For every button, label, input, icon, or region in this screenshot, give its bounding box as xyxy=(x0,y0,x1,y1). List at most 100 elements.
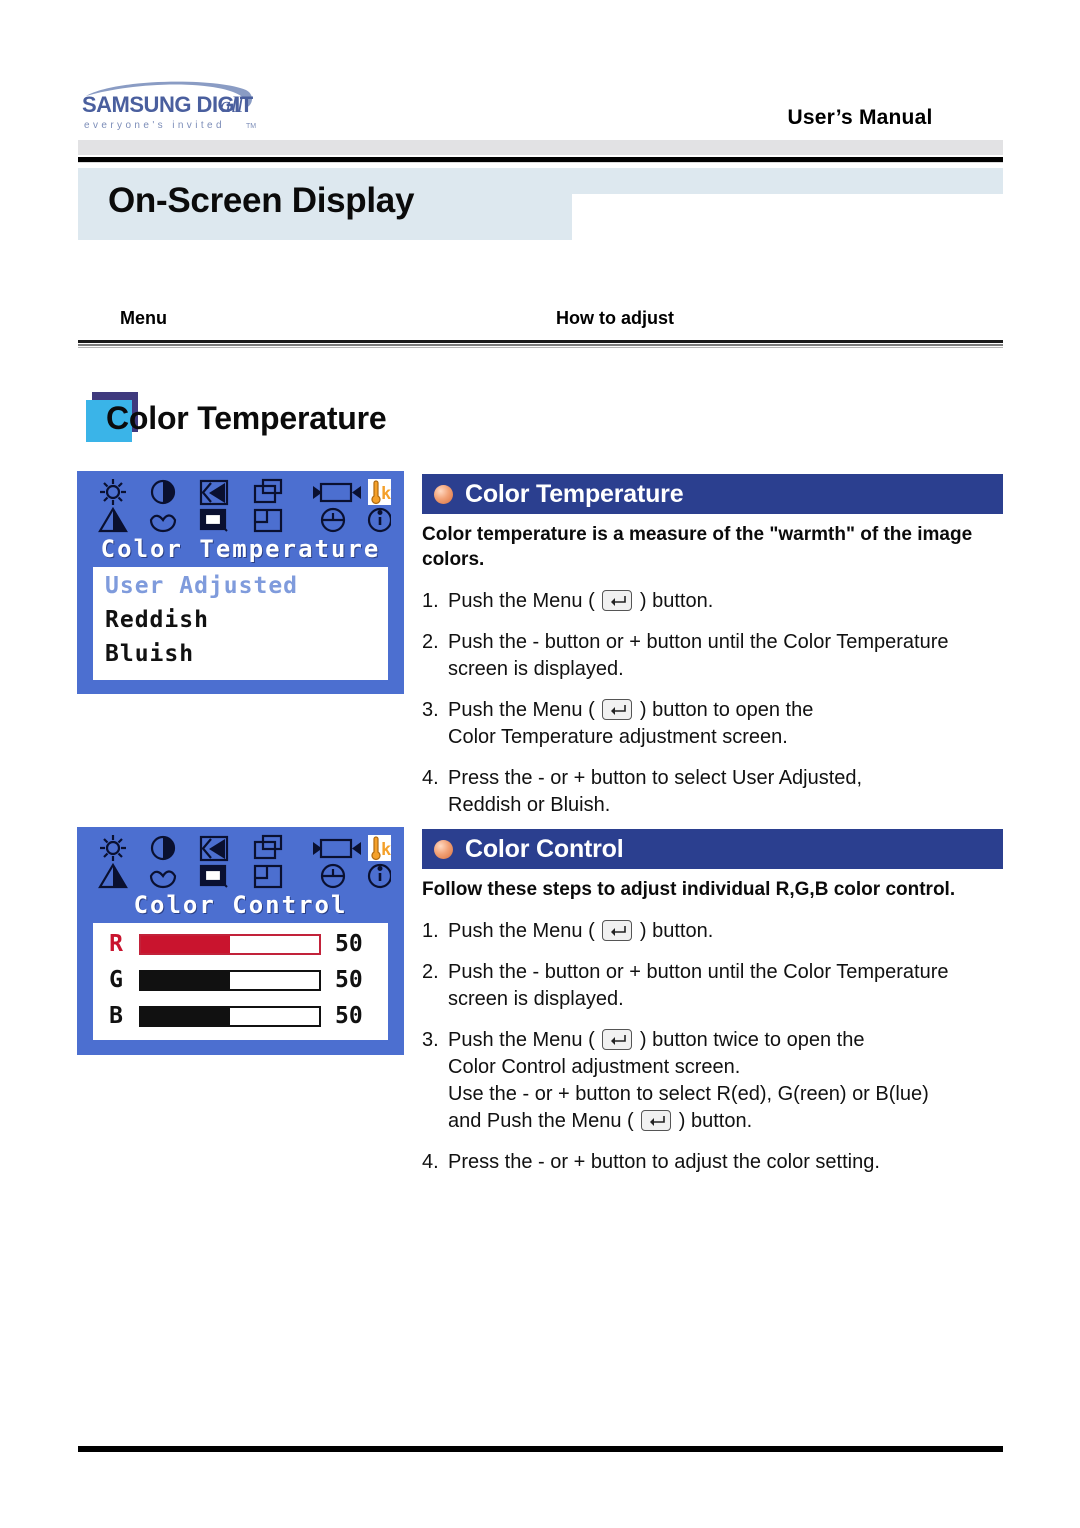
footer-rule xyxy=(78,1446,1003,1452)
step-number: 2. xyxy=(422,961,439,984)
step-line: Press the - or + button to select User A… xyxy=(448,767,863,790)
block-intro-text: Color temperature is a measure of the "w… xyxy=(422,524,973,571)
moire-icon xyxy=(149,514,177,533)
color-temperature-icon: k xyxy=(368,835,392,861)
osd-row-green[interactable]: G 50 xyxy=(103,967,379,995)
step-number: 3. xyxy=(422,1029,439,1052)
degauss-icon xyxy=(199,508,228,532)
osd-option-bluish[interactable]: Bluish xyxy=(105,641,194,667)
step-number: 2. xyxy=(422,631,439,654)
osd-row-label-r: R xyxy=(109,931,123,957)
columns-divider xyxy=(78,340,1003,348)
v-position-icon xyxy=(253,508,283,533)
information-icon xyxy=(367,863,393,889)
step-line-pre: and Push the Menu ( xyxy=(448,1110,640,1133)
step-line: Push the Menu ( ) button to open the xyxy=(448,697,1003,724)
step-item: 2. Push the - button or + button until t… xyxy=(422,959,1003,1013)
step-line: Color Temperature adjustment screen. xyxy=(448,726,788,749)
step-line: Push the Menu ( ) button. xyxy=(448,588,1003,615)
color-temperature-icon: k xyxy=(368,479,392,505)
menu-button-icon[interactable] xyxy=(602,590,633,612)
sharpness-icon xyxy=(98,506,128,533)
step-number: 1. xyxy=(422,920,439,943)
osd-value-b: 50 xyxy=(335,1003,363,1029)
osd-menu-title: Color Control xyxy=(133,891,348,919)
step-text: Push the - button or + button until the … xyxy=(448,629,1003,683)
header-grey-bar xyxy=(78,140,1003,155)
step-text: Push the - button or + button until the … xyxy=(448,959,1003,1013)
osd-screenshot-color-control: k Color Control R 50 G 50 B 50 xyxy=(77,827,404,1055)
step-line-pre: Push the Menu ( xyxy=(448,699,601,722)
information-icon xyxy=(367,507,393,533)
step-line-pre: Push the Menu ( xyxy=(448,590,601,613)
osd-row-blue[interactable]: B 50 xyxy=(103,1003,379,1031)
block-heading-text: Color Control xyxy=(465,834,624,863)
step-line: Color Control adjustment screen. xyxy=(448,1056,741,1079)
step-text: Push the Menu ( ) button twice to open t… xyxy=(448,1027,1003,1135)
image-size-icon xyxy=(253,834,283,860)
step-line-post: ) button. xyxy=(673,1110,753,1133)
block-heading-bar: Color Temperature xyxy=(422,474,1003,514)
step-line: screen is displayed. xyxy=(448,988,624,1011)
h-position-icon xyxy=(199,835,229,862)
steps-list: 1. Push the Menu ( ) button. 2. Push the… xyxy=(422,588,1003,819)
step-text: Push the Menu ( ) button. xyxy=(448,588,1003,615)
manual-title: User’s Manual xyxy=(787,106,933,129)
step-text: Press the - or + button to adjust the co… xyxy=(448,1149,1003,1176)
step-text: Push the Menu ( ) button to open the Col… xyxy=(448,697,1003,751)
osd-option-user-adjusted[interactable]: User Adjusted xyxy=(105,573,298,599)
osd-slider-r[interactable] xyxy=(139,934,321,955)
bullet-sphere-icon xyxy=(434,484,453,504)
header-rule xyxy=(78,157,1003,163)
step-number: 1. xyxy=(422,590,439,613)
step-item: 3. Push the Menu ( ) button to open the … xyxy=(422,697,1003,751)
contrast-icon xyxy=(150,479,176,505)
degauss-icon xyxy=(199,864,228,888)
block-heading-bar: Color Control xyxy=(422,829,1003,869)
menu-button-icon[interactable] xyxy=(602,920,633,942)
block-heading-text: Color Temperature xyxy=(465,479,684,508)
step-item: 2. Push the - button or + button until t… xyxy=(422,629,1003,683)
step-line: screen is displayed. xyxy=(448,658,624,681)
h-position-icon xyxy=(199,479,229,506)
osd-timer-icon xyxy=(320,507,346,533)
osd-row-red[interactable]: R 50 xyxy=(103,931,379,959)
step-text: Press the - or + button to select User A… xyxy=(448,765,1003,819)
contrast-icon xyxy=(150,835,176,861)
step-line: Press the - or + button to adjust the co… xyxy=(448,1151,880,1174)
column-header-how-to-adjust: How to adjust xyxy=(556,308,674,328)
step-item: 1. Push the Menu ( ) button. xyxy=(422,918,1003,945)
menu-button-icon[interactable] xyxy=(602,699,633,721)
step-item: 4. Press the - or + button to select Use… xyxy=(422,765,1003,819)
osd-timer-icon xyxy=(320,863,346,889)
osd-option-reddish[interactable]: Reddish xyxy=(105,607,209,633)
step-line-post: ) button. xyxy=(634,590,714,613)
step-line: Push the Menu ( ) button twice to open t… xyxy=(448,1027,1003,1054)
step-item: 3. Push the Menu ( ) button twice to ope… xyxy=(422,1027,1003,1135)
osd-row-label-b: B xyxy=(109,1003,123,1029)
step-number: 4. xyxy=(422,1151,439,1174)
h-size-icon xyxy=(313,482,361,503)
step-line: and Push the Menu ( ) button. xyxy=(448,1108,1003,1135)
osd-option-list: User Adjusted Reddish Bluish xyxy=(93,567,388,680)
section-title-text: Color Temperature xyxy=(106,400,387,436)
v-position-icon xyxy=(253,864,283,889)
step-number: 3. xyxy=(422,699,439,722)
menu-button-icon[interactable] xyxy=(641,1110,672,1132)
menu-button-icon[interactable] xyxy=(602,1029,633,1051)
osd-slider-b[interactable] xyxy=(139,1006,321,1027)
osd-menu-title: Color Temperature xyxy=(100,535,381,563)
manual-page: SAMSUNG DIGIT all everyone's invited TM … xyxy=(0,0,1080,1528)
column-header-menu: Menu xyxy=(120,308,167,328)
bullet-sphere-icon xyxy=(434,839,453,859)
content-block-color-temperature: Color Temperature Color temperature is a… xyxy=(422,474,1003,833)
svg-text:TM: TM xyxy=(246,123,256,130)
osd-slider-g[interactable] xyxy=(139,970,321,991)
step-number: 4. xyxy=(422,767,439,790)
svg-text:k: k xyxy=(381,840,391,860)
page-title: On-Screen Display xyxy=(108,181,415,220)
step-item: 4. Press the - or + button to adjust the… xyxy=(422,1149,1003,1176)
step-item: 1. Push the Menu ( ) button. xyxy=(422,588,1003,615)
step-line: Push the - button or + button until the … xyxy=(448,631,949,654)
step-text: Push the Menu ( ) button. xyxy=(448,918,1003,945)
